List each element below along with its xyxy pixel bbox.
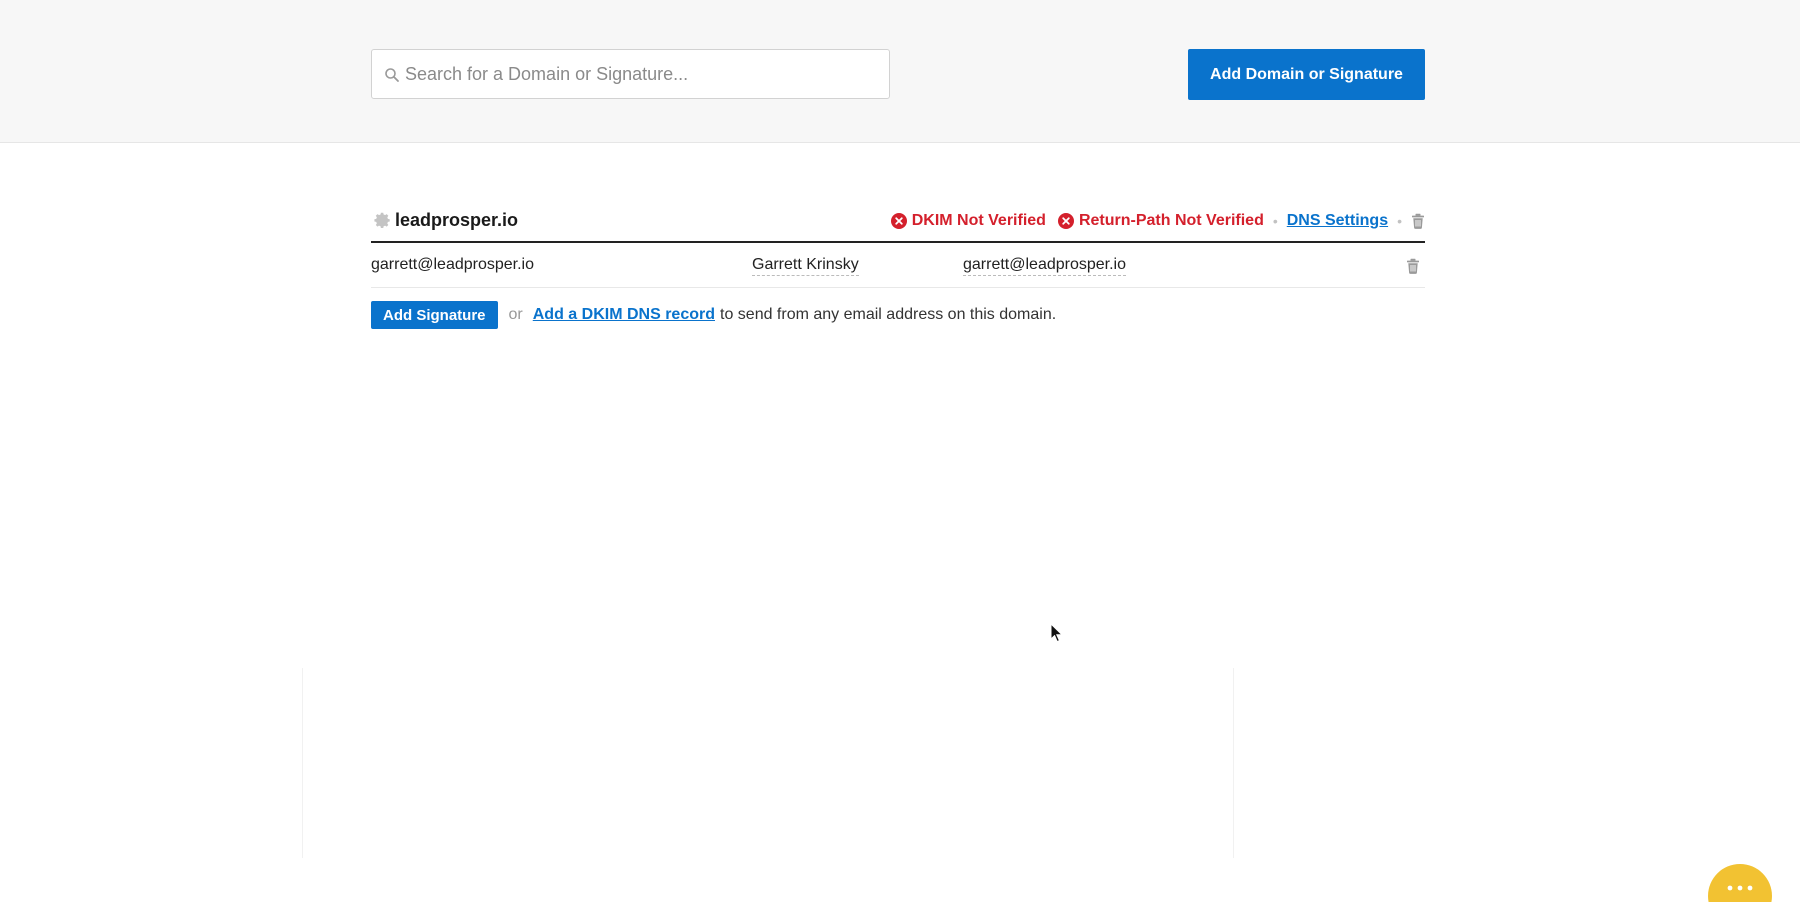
- dkim-status-badge: DKIM Not Verified: [890, 212, 1046, 230]
- dns-settings-link[interactable]: DNS Settings: [1287, 212, 1388, 230]
- return-path-status-badge: Return-Path Not Verified: [1057, 212, 1264, 230]
- chat-icon: [1727, 885, 1753, 891]
- search-icon: [385, 68, 399, 82]
- add-dkim-dns-record-link[interactable]: Add a DKIM DNS record: [533, 306, 715, 324]
- dkim-status-label: DKIM Not Verified: [911, 212, 1046, 229]
- mouse-cursor-icon: [1050, 623, 1064, 643]
- signature-email: garrett@leadprosper.io: [371, 256, 534, 273]
- x-circle-icon: [890, 213, 907, 229]
- or-text: or: [508, 306, 523, 323]
- separator-dot: •: [1272, 213, 1278, 229]
- signature-name[interactable]: Garrett Krinsky: [752, 256, 859, 276]
- signature-reply-to[interactable]: garrett@leadprosper.io: [963, 256, 1126, 276]
- add-signature-row: Add Signature or Add a DKIM DNS record t…: [371, 301, 1056, 329]
- separator-dot: •: [1397, 213, 1402, 229]
- trash-icon[interactable]: [1411, 213, 1425, 229]
- return-path-status-label: Return-Path Not Verified: [1078, 212, 1264, 229]
- search-box[interactable]: [371, 49, 890, 99]
- top-bar: Add Domain or Signature: [0, 0, 1800, 143]
- signature-row[interactable]: garrett@leadprosper.io Garrett Krinsky g…: [371, 243, 1425, 288]
- add-domain-or-signature-button[interactable]: Add Domain or Signature: [1188, 49, 1425, 100]
- domain-name: leadprosper.io: [395, 210, 519, 230]
- chat-button[interactable]: [1708, 864, 1772, 902]
- add-signature-button[interactable]: Add Signature: [371, 301, 498, 329]
- domain-header: leadprosper.io DKIM Not Verified Return-…: [371, 203, 1425, 243]
- domain-status-bar: DKIM Not Verified Return-Path Not Verifi…: [890, 212, 1425, 230]
- gear-icon: [374, 212, 390, 229]
- dkim-help-text: to send from any email address on this d…: [720, 306, 1057, 323]
- background-panel: [302, 668, 1234, 858]
- search-input[interactable]: [372, 50, 889, 98]
- trash-icon[interactable]: [1406, 258, 1420, 274]
- domain-title: leadprosper.io: [371, 210, 518, 231]
- x-circle-icon: [1057, 213, 1074, 229]
